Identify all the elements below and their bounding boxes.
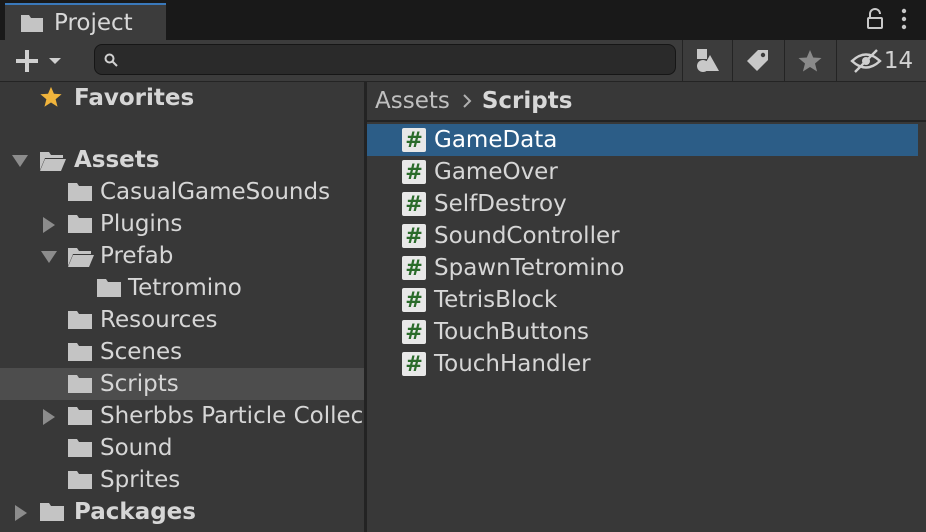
- search-input[interactable]: [125, 47, 669, 73]
- tree-item-label: Assets: [74, 147, 160, 173]
- tree-item-label: Scenes: [100, 339, 183, 365]
- folder-icon: [21, 14, 43, 32]
- file-item-label: GameData: [434, 127, 558, 153]
- chevron-down-icon: [49, 58, 61, 64]
- search-icon: [104, 53, 118, 67]
- filter-by-type-button[interactable]: [682, 40, 732, 81]
- scrollbar-track[interactable]: [918, 122, 926, 532]
- breadcrumb: Assets Scripts: [367, 82, 926, 122]
- csharp-script-icon: #: [402, 320, 426, 344]
- folder-tree: Favorites Assets CasualGameSounds Plugin…: [0, 82, 364, 532]
- folder-icon: [68, 183, 92, 201]
- folder-icon: [68, 215, 92, 233]
- collapsed-arrow-icon[interactable]: [42, 408, 56, 426]
- filter-by-label-icon: [746, 49, 768, 71]
- folder-icon: [68, 439, 92, 457]
- file-item-soundcontroller[interactable]: # SoundController: [367, 220, 918, 252]
- expanded-arrow-icon[interactable]: [11, 154, 29, 168]
- hidden-packages-icon: [850, 48, 882, 73]
- folder-icon: [68, 375, 92, 393]
- tree-item-label: Sprites: [100, 467, 181, 493]
- file-item-selfdestroy[interactable]: # SelfDestroy: [367, 188, 918, 220]
- search-field: [94, 44, 676, 75]
- tree-item-label: Tetromino: [128, 275, 242, 301]
- tree-item-assets[interactable]: Assets: [0, 144, 364, 176]
- tree-item-casualgamesounds[interactable]: CasualGameSounds: [0, 176, 364, 208]
- csharp-script-icon: #: [402, 256, 426, 280]
- collapsed-arrow-icon[interactable]: [42, 216, 56, 234]
- file-item-label: SelfDestroy: [434, 191, 567, 217]
- file-item-touchbuttons[interactable]: # TouchButtons: [367, 316, 918, 348]
- file-item-gameover[interactable]: # GameOver: [367, 156, 918, 188]
- csharp-script-icon: #: [402, 160, 426, 184]
- favorite-star-icon: [798, 49, 821, 71]
- chevron-right-icon: [463, 94, 472, 108]
- folder-icon: [68, 471, 92, 489]
- file-item-tetrisblock[interactable]: # TetrisBlock: [367, 284, 918, 316]
- lock-icon[interactable]: [866, 8, 884, 30]
- tree-item-prefab[interactable]: Prefab: [0, 240, 364, 272]
- filter-by-type-icon: [696, 48, 719, 72]
- tree-item-label: Resources: [100, 307, 218, 333]
- folder-open-icon: [40, 152, 66, 171]
- tree-item-packages[interactable]: Packages: [0, 496, 364, 528]
- file-item-touchhandler[interactable]: # TouchHandler: [367, 348, 918, 380]
- csharp-script-icon: #: [402, 192, 426, 216]
- tree-item-sound[interactable]: Sound: [0, 432, 364, 464]
- collapsed-arrow-icon[interactable]: [14, 504, 28, 522]
- breadcrumb-assets[interactable]: Assets: [375, 88, 450, 114]
- csharp-script-icon: #: [402, 128, 426, 152]
- folder-icon: [68, 343, 92, 361]
- csharp-script-icon: #: [402, 352, 426, 376]
- folder-icon: [97, 279, 121, 297]
- star-icon: [40, 86, 62, 107]
- tree-item-label: CasualGameSounds: [100, 179, 331, 205]
- file-item-gamedata[interactable]: # GameData: [367, 124, 918, 156]
- file-item-spawntetromino[interactable]: # SpawnTetromino: [367, 252, 918, 284]
- breadcrumb-scripts[interactable]: Scripts: [482, 88, 573, 114]
- folder-icon: [40, 503, 64, 521]
- project-toolbar: 14: [0, 40, 926, 82]
- file-item-label: TouchHandler: [434, 351, 591, 377]
- file-item-label: TetrisBlock: [434, 287, 558, 313]
- tree-item-favorites[interactable]: Favorites: [0, 82, 364, 114]
- tree-item-label: Sound: [100, 435, 173, 461]
- plus-icon: [16, 50, 38, 72]
- expanded-arrow-icon[interactable]: [40, 250, 58, 264]
- tree-item-label: Scripts: [100, 371, 179, 397]
- tree-item-label: Favorites: [74, 85, 195, 111]
- tab-actions: [866, 8, 908, 30]
- tree-item-sprites[interactable]: Sprites: [0, 464, 364, 496]
- tab-bar: Project: [0, 0, 926, 40]
- file-list-pane: Assets Scripts # GameData # GameOver # S…: [367, 82, 926, 532]
- tree-item-scripts[interactable]: Scripts: [0, 368, 364, 400]
- csharp-script-icon: #: [402, 224, 426, 248]
- tree-item-resources[interactable]: Resources: [0, 304, 364, 336]
- hidden-packages-button[interactable]: 14: [836, 40, 926, 81]
- tab-project[interactable]: Project: [5, 3, 166, 40]
- filter-by-label-button[interactable]: [732, 40, 782, 81]
- tree-item-scenes[interactable]: Scenes: [0, 336, 364, 368]
- tree-item-plugins[interactable]: Plugins: [0, 208, 364, 240]
- hidden-packages-count: 14: [883, 47, 914, 74]
- file-item-label: GameOver: [434, 159, 558, 185]
- file-item-label: SoundController: [434, 223, 620, 249]
- file-item-label: SpawnTetromino: [434, 255, 625, 281]
- tree-item-label: Sherbbs Particle Collec: [100, 403, 364, 429]
- tab-label: Project: [54, 9, 133, 36]
- create-button[interactable]: [14, 47, 62, 75]
- file-item-label: TouchButtons: [434, 319, 590, 345]
- tree-item-label: Packages: [74, 499, 196, 525]
- folder-open-icon: [68, 248, 94, 267]
- folder-icon: [68, 407, 92, 425]
- tree-item-label: Plugins: [100, 211, 183, 237]
- folder-icon: [68, 311, 92, 329]
- tree-item-sherbbs-particle-collection[interactable]: Sherbbs Particle Collec: [0, 400, 364, 432]
- tree-item-label: Prefab: [100, 243, 174, 269]
- csharp-script-icon: #: [402, 288, 426, 312]
- more-vertical-icon[interactable]: [900, 8, 908, 30]
- tree-item-tetromino[interactable]: Tetromino: [0, 272, 364, 304]
- favorite-button[interactable]: [784, 40, 834, 81]
